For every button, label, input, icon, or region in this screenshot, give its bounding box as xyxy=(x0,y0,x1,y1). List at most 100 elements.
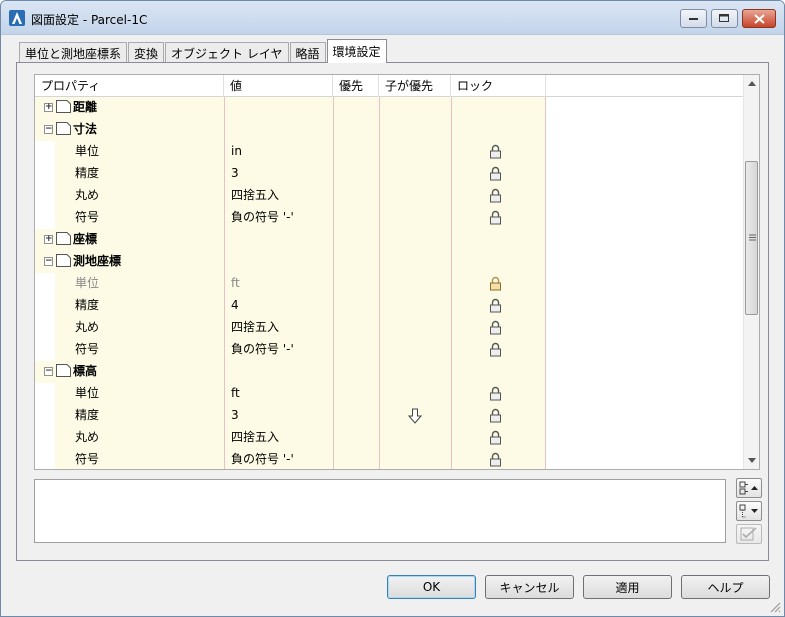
property-name-cell[interactable]: − 標高 xyxy=(35,361,224,383)
lock-cell[interactable] xyxy=(451,449,546,469)
property-name-cell[interactable]: 精度 xyxy=(35,295,224,317)
property-row[interactable]: 単位 ft xyxy=(35,383,752,405)
maximize-button[interactable] xyxy=(711,9,738,28)
property-name-cell[interactable]: 丸め xyxy=(35,317,224,339)
property-value-cell[interactable]: 3 xyxy=(224,405,333,427)
property-value-cell[interactable]: 四捨五入 xyxy=(224,317,333,339)
expand-all-button[interactable] xyxy=(736,478,762,498)
lock-icon[interactable] xyxy=(489,210,502,225)
property-value-cell[interactable]: 四捨五入 xyxy=(224,185,333,207)
vertical-scrollbar[interactable] xyxy=(743,75,759,469)
lock-cell[interactable] xyxy=(451,207,546,229)
lock-icon[interactable] xyxy=(489,298,502,313)
ok-button[interactable]: OK xyxy=(387,575,476,599)
lock-cell[interactable] xyxy=(451,339,546,361)
lock-icon[interactable] xyxy=(489,166,502,181)
collapse-icon[interactable]: − xyxy=(44,257,53,266)
property-name-cell[interactable]: + 距離 xyxy=(35,97,224,119)
property-value-cell[interactable] xyxy=(224,97,333,119)
property-value-cell[interactable]: 負の符号 '-' xyxy=(224,207,333,229)
property-value-cell[interactable]: 四捨五入 xyxy=(224,427,333,449)
scrollbar-thumb[interactable] xyxy=(745,161,758,315)
property-name-cell[interactable]: 精度 xyxy=(35,405,224,427)
lock-cell[interactable] xyxy=(451,229,546,251)
tab-units-zone[interactable]: 単位と測地座標系 xyxy=(19,42,128,63)
property-name-cell[interactable]: 丸め xyxy=(35,185,224,207)
column-header-override[interactable]: 優先 xyxy=(333,75,379,97)
property-value-cell[interactable]: 4 xyxy=(224,295,333,317)
lock-icon[interactable] xyxy=(489,320,502,335)
tab-object-layers[interactable]: オブジェクト レイヤ xyxy=(165,42,289,63)
close-button[interactable] xyxy=(742,9,776,28)
lock-cell[interactable] xyxy=(451,185,546,207)
minimize-button[interactable] xyxy=(680,9,707,28)
resize-grip-icon[interactable] xyxy=(769,601,781,613)
lock-icon[interactable] xyxy=(489,408,502,423)
property-value-cell[interactable]: 3 xyxy=(224,163,333,185)
lock-icon[interactable] xyxy=(489,276,502,291)
lock-cell[interactable] xyxy=(451,383,546,405)
property-name-cell[interactable]: 単位 xyxy=(35,141,224,163)
property-row[interactable]: 精度 3 xyxy=(35,163,752,185)
help-button[interactable]: ヘルプ xyxy=(681,575,770,599)
lock-icon[interactable] xyxy=(489,430,502,445)
tab-abbreviations[interactable]: 略語 xyxy=(289,42,326,63)
property-name-cell[interactable]: 単位 xyxy=(35,383,224,405)
column-header-child-override[interactable]: 子が優先 xyxy=(379,75,451,97)
property-name-cell[interactable]: 符号 xyxy=(35,449,224,469)
property-row[interactable]: 符号 負の符号 '-' xyxy=(35,449,752,469)
property-value-cell[interactable] xyxy=(224,119,333,141)
property-name-cell[interactable]: 精度 xyxy=(35,163,224,185)
collapse-all-button[interactable] xyxy=(736,501,762,521)
column-header-value[interactable]: 値 xyxy=(224,75,333,97)
property-value-cell[interactable] xyxy=(224,361,333,383)
property-name-cell[interactable]: 符号 xyxy=(35,207,224,229)
category-row[interactable]: + 座標 xyxy=(35,229,752,251)
property-row[interactable]: 精度 4 xyxy=(35,295,752,317)
collapse-icon[interactable]: − xyxy=(44,367,53,376)
lock-cell[interactable] xyxy=(451,141,546,163)
property-value-cell[interactable]: ft xyxy=(224,383,333,405)
lock-cell[interactable] xyxy=(451,427,546,449)
property-name-cell[interactable]: 丸め xyxy=(35,427,224,449)
lock-cell[interactable] xyxy=(451,119,546,141)
property-row[interactable]: 符号 負の符号 '-' xyxy=(35,207,752,229)
category-row[interactable]: + 距離 xyxy=(35,97,752,119)
lock-cell[interactable] xyxy=(451,361,546,383)
property-value-cell[interactable] xyxy=(224,251,333,273)
property-row[interactable]: 符号 負の符号 '-' xyxy=(35,339,752,361)
property-name-cell[interactable]: − 寸法 xyxy=(35,119,224,141)
column-header-property[interactable]: プロパティ xyxy=(35,75,224,97)
lock-icon[interactable] xyxy=(489,386,502,401)
property-row[interactable]: 丸め 四捨五入 xyxy=(35,427,752,449)
property-row[interactable]: 単位 ft xyxy=(35,273,752,295)
property-value-cell[interactable]: 負の符号 '-' xyxy=(224,339,333,361)
lock-icon[interactable] xyxy=(489,144,502,159)
property-row[interactable]: 単位 in xyxy=(35,141,752,163)
lock-cell[interactable] xyxy=(451,317,546,339)
collapse-icon[interactable]: − xyxy=(44,125,53,134)
expand-icon[interactable]: + xyxy=(44,235,53,244)
lock-cell[interactable] xyxy=(451,163,546,185)
tab-transformation[interactable]: 変換 xyxy=(128,42,165,63)
column-header-lock[interactable]: ロック xyxy=(451,75,546,97)
tab-ambient-settings[interactable]: 環境設定 xyxy=(326,39,387,63)
title-bar[interactable]: 図面設定 - Parcel-1C xyxy=(1,1,784,35)
scroll-down-icon[interactable] xyxy=(748,458,756,463)
property-name-cell[interactable]: + 座標 xyxy=(35,229,224,251)
lock-cell[interactable] xyxy=(451,295,546,317)
property-value-cell[interactable]: in xyxy=(224,141,333,163)
cancel-button[interactable]: キャンセル xyxy=(485,575,574,599)
check-settings-button[interactable] xyxy=(736,524,762,544)
apply-button[interactable]: 適用 xyxy=(583,575,672,599)
lock-cell[interactable] xyxy=(451,273,546,295)
property-name-cell[interactable]: 単位 xyxy=(35,273,224,295)
property-name-cell[interactable]: − 測地座標 xyxy=(35,251,224,273)
property-row[interactable]: 精度 3 xyxy=(35,405,752,427)
category-row[interactable]: − 標高 xyxy=(35,361,752,383)
lock-cell[interactable] xyxy=(451,251,546,273)
lock-icon[interactable] xyxy=(489,452,502,467)
lock-icon[interactable] xyxy=(489,188,502,203)
category-row[interactable]: − 測地座標 xyxy=(35,251,752,273)
property-value-cell[interactable] xyxy=(224,229,333,251)
